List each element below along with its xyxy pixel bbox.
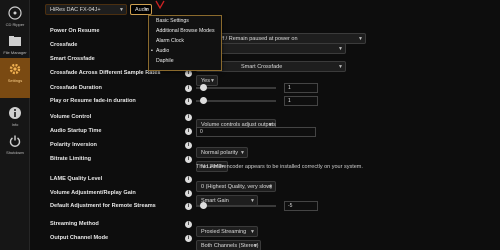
power-icon: [9, 135, 21, 147]
setting-label: Default Adjustment for Remote Streams: [50, 203, 156, 209]
setting-label: Streaming Method: [50, 221, 99, 227]
settings-panel: HiRes DAC FX-04J+ ▼ Audio ▼ Basic Settin…: [40, 0, 500, 250]
output-channel-select[interactable]: Both Channels (Stereo) ▼: [196, 240, 261, 250]
info-icon[interactable]: i: [185, 142, 192, 149]
setting-row-output-channel: Output Channel Mode i Both Channels (Ste…: [50, 234, 490, 250]
device-select-value: HiRes DAC FX-04J+: [50, 7, 101, 13]
info-icon[interactable]: i: [185, 114, 192, 121]
setting-row-smart-crossfade: Smart Crossfade Smart Crossfade ▼: [50, 55, 490, 72]
settings-topbar: HiRes DAC FX-04J+ ▼ Audio ▼: [45, 4, 152, 16]
gear-icon: [9, 63, 21, 75]
setting-row-crossfade-duration: Crossfade Duration i 1: [50, 83, 490, 96]
menu-item-audio[interactable]: Audio: [149, 46, 221, 56]
setting-row-streaming-method: Streaming Method i Proxied Streaming ▼: [50, 220, 490, 237]
setting-row-volume-control: Volume Control i Volume controls adjust …: [50, 113, 490, 130]
chevron-down-icon: ▼: [338, 46, 343, 52]
chevron-down-icon: ▼: [253, 243, 258, 249]
setting-row-crossfade-across: Crossfade Across Different Sample Rates …: [50, 69, 490, 86]
info-icon[interactable]: i: [185, 221, 192, 228]
info-icon[interactable]: i: [185, 176, 192, 183]
slider-knob[interactable]: [199, 84, 207, 91]
sidebar-item-label: Settings: [7, 78, 23, 83]
audio-startup-input[interactable]: 0: [196, 127, 316, 137]
info-icon: [9, 107, 21, 119]
setting-label: Volume Adjustment/Replay Gain: [50, 190, 136, 196]
setting-row-polarity: Polarity Inversion i Normal polarity ▼: [50, 141, 490, 158]
menu-item-daphile[interactable]: Daphile: [149, 56, 221, 66]
select-value: Both Channels (Stereo): [201, 243, 259, 249]
info-icon[interactable]: i: [185, 156, 192, 163]
setting-row-lame-quality: LAME Quality Level i 0 (Highest Quality,…: [50, 175, 490, 192]
lame-status-note: The LAME encoder appears to be installed…: [196, 164, 363, 170]
setting-row-power-on-resume: Power On Resume i Power off / Remain pau…: [50, 27, 490, 44]
sidebar-item-shutdown[interactable]: Shutdown: [0, 130, 30, 170]
setting-label: Play or Resume fade-in duration: [50, 98, 136, 104]
default-adjustment-input[interactable]: -5: [284, 201, 318, 211]
section-dropdown-menu: Basic Settings Additional Browse Modes A…: [148, 15, 222, 71]
slider-knob[interactable]: [199, 202, 207, 209]
fade-in-duration-slider[interactable]: [196, 97, 276, 104]
default-adjustment-slider[interactable]: [196, 202, 276, 209]
setting-label: Polarity Inversion: [50, 142, 97, 148]
menu-item-additional-browse-modes[interactable]: Additional Browse Modes: [149, 26, 221, 36]
sidebar-item-label: File Manager: [3, 50, 27, 55]
slider-knob[interactable]: [199, 97, 207, 104]
setting-row-default-adjustment: Default Adjustment for Remote Streams i …: [50, 201, 490, 214]
setting-label: Output Channel Mode: [50, 235, 109, 241]
info-icon[interactable]: i: [185, 70, 192, 77]
sidebar-item-label: Info: [11, 122, 19, 127]
info-icon[interactable]: i: [185, 235, 192, 242]
red-arrow-annotation: [155, 0, 165, 10]
fade-in-duration-input[interactable]: 1: [284, 96, 318, 106]
setting-row-crossfade: Crossfade ▼: [50, 41, 490, 54]
chevron-down-icon: ▼: [119, 7, 124, 13]
setting-label: Bitrate Limiting: [50, 156, 92, 162]
sidebar-item-label: CD Ripper: [5, 22, 25, 27]
folder-icon: [9, 36, 21, 46]
menu-item-basic-settings[interactable]: Basic Settings: [149, 16, 221, 26]
section-select[interactable]: Audio ▼: [130, 4, 152, 15]
crossfade-duration-input[interactable]: 1: [284, 83, 318, 93]
cd-icon: [8, 6, 22, 20]
chevron-down-icon: ▼: [144, 7, 149, 13]
info-icon[interactable]: i: [185, 98, 192, 105]
device-select[interactable]: HiRes DAC FX-04J+ ▼: [45, 4, 127, 15]
info-icon[interactable]: i: [185, 190, 192, 197]
setting-label: LAME Quality Level: [50, 176, 103, 182]
info-icon[interactable]: i: [185, 128, 192, 135]
setting-row-play-resume-fade: Play or Resume fade-in duration i 1: [50, 96, 490, 109]
setting-label: Audio Startup Time: [50, 128, 102, 134]
menu-item-alarm-clock[interactable]: Alarm Clock: [149, 36, 221, 46]
setting-label: Crossfade Duration: [50, 85, 102, 91]
setting-row-bitrate: Bitrate Limiting i No Limit ▼ The LAME en…: [50, 155, 490, 172]
sidebar-item-label: Shutdown: [6, 150, 24, 155]
info-icon[interactable]: i: [185, 203, 192, 210]
crossfade-duration-slider[interactable]: [196, 84, 276, 91]
setting-label: Volume Control: [50, 114, 92, 120]
setting-row-audio-startup: Audio Startup Time i 0: [50, 127, 490, 139]
sidebar: CD Ripper File Manager Settings Info Shu…: [0, 0, 30, 250]
sidebar-item-settings[interactable]: Settings: [0, 58, 30, 98]
setting-row-volume-adjustment: Volume Adjustment/Replay Gain i Smart Ga…: [50, 189, 490, 206]
info-icon[interactable]: i: [185, 85, 192, 92]
